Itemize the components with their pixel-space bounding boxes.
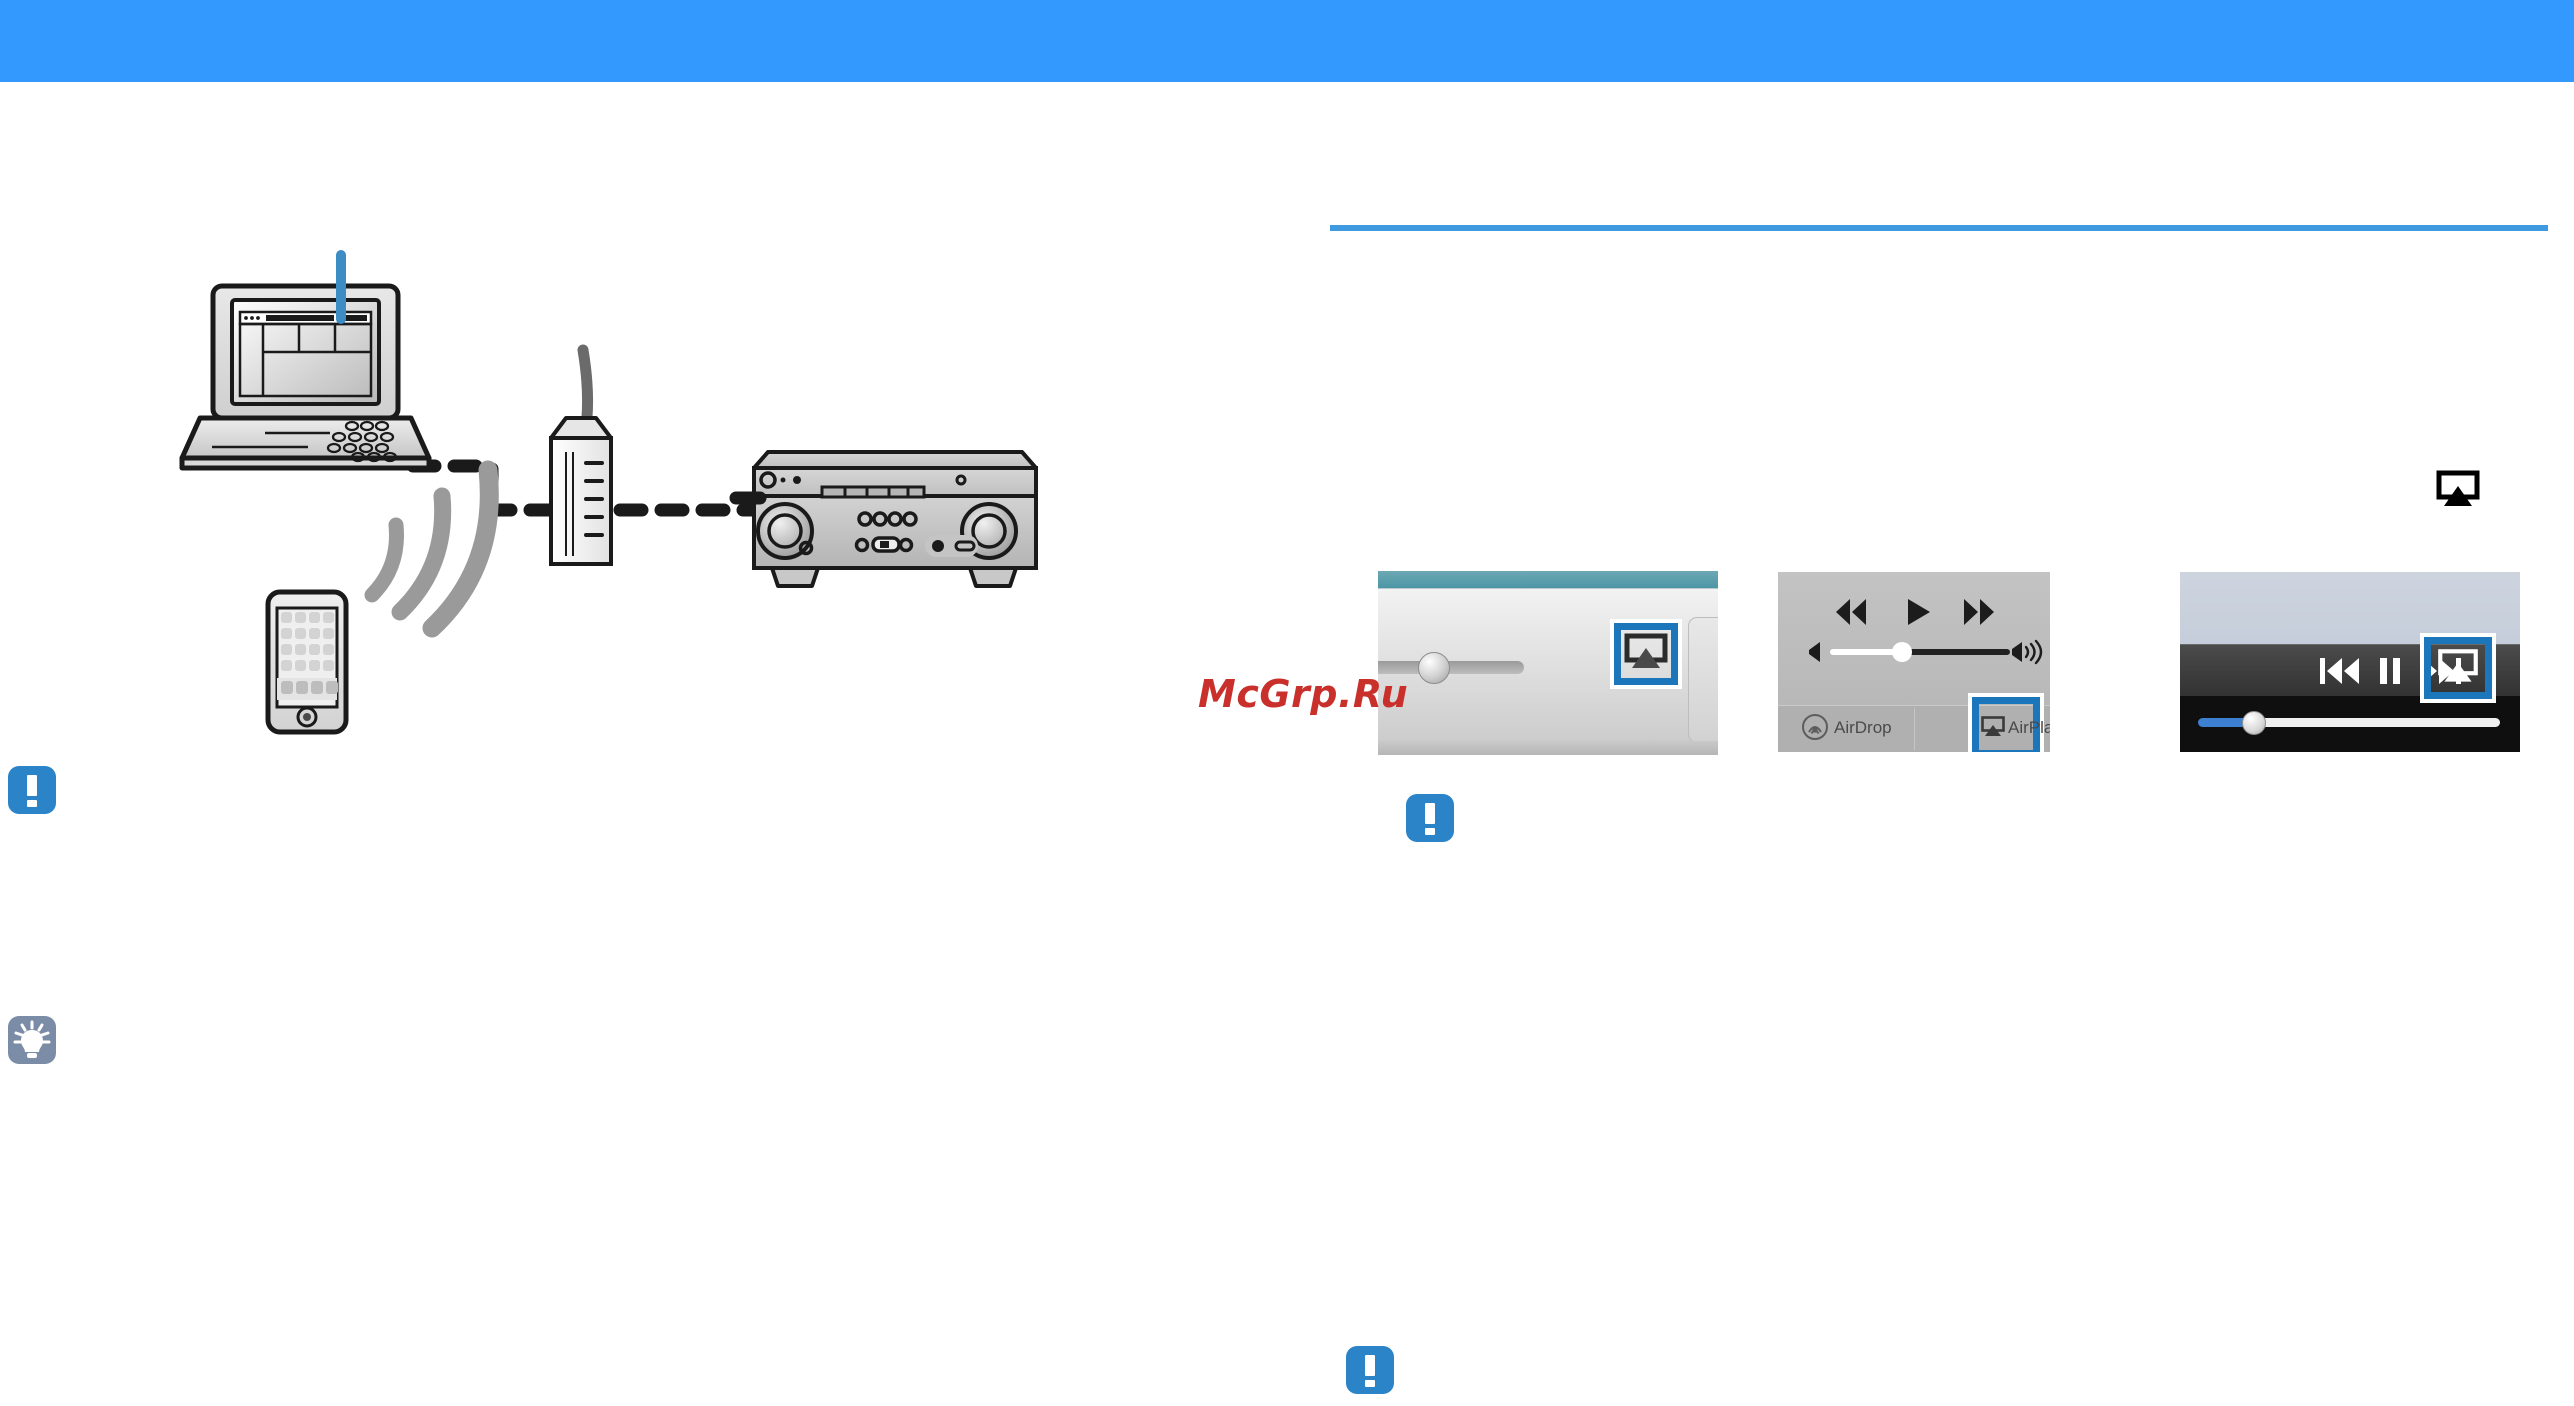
volume-low-icon xyxy=(1809,642,1820,662)
volume-high-icon xyxy=(2012,639,2043,665)
itunes-airplay-panel xyxy=(1378,571,1718,755)
itunes-airplay-highlight xyxy=(1610,619,1682,689)
control-center-volume-track-rest[interactable] xyxy=(1904,649,2010,655)
smartphone-icon xyxy=(265,589,349,735)
section-divider xyxy=(1330,225,2548,231)
av-receiver-icon xyxy=(729,450,1038,588)
ios-music-player-panel xyxy=(2180,572,2520,752)
album-art-area xyxy=(2180,572,2520,644)
itunes-titlebar xyxy=(1378,571,1718,588)
exclamation-icon xyxy=(1425,803,1435,824)
airplay-icon xyxy=(1624,633,1668,668)
airplay-icon xyxy=(1981,716,2005,736)
notice-icon-panels xyxy=(1406,794,1454,842)
airplay-icon-inline xyxy=(2436,470,2480,513)
airdrop-label[interactable]: AirDrop xyxy=(1834,718,1892,738)
player-seek-bar-area xyxy=(2180,696,2520,752)
itunes-side-panel xyxy=(1688,617,1718,743)
tip-icon-diagram xyxy=(8,1016,56,1064)
player-progress-knob[interactable] xyxy=(2242,711,2266,735)
rewind-icon xyxy=(1836,599,1866,625)
itunes-volume-knob[interactable] xyxy=(1418,652,1450,684)
ios-control-center-panel: AirDrop AirPlay xyxy=(1778,572,2050,752)
diagram-callout-line xyxy=(336,250,346,324)
notice-icon-bottom xyxy=(1346,1346,1394,1394)
lightbulb-icon xyxy=(13,1020,51,1058)
play-icon xyxy=(1908,599,1930,625)
wireless-router-icon xyxy=(549,344,613,566)
itunes-footer xyxy=(1378,741,1718,755)
pause-icon xyxy=(2380,658,2400,684)
fast-forward-icon xyxy=(1964,599,1994,625)
laptop-icon xyxy=(179,283,432,471)
exclamation-icon xyxy=(27,775,37,796)
control-center-transport xyxy=(1836,599,1994,625)
diagram-link-wireless xyxy=(364,460,499,638)
notice-icon-diagram xyxy=(8,766,56,814)
control-center-volume-knob[interactable] xyxy=(1892,642,1912,662)
previous-track-icon xyxy=(2320,658,2359,684)
airdrop-icon xyxy=(1802,714,1828,740)
airplay-network-diagram xyxy=(0,0,1100,800)
player-airplay-highlight xyxy=(2420,633,2496,703)
player-progress-rest[interactable] xyxy=(2250,718,2500,727)
exclamation-icon xyxy=(1365,1355,1375,1376)
site-watermark: McGrp.Ru xyxy=(1198,672,1409,716)
airplay-label[interactable]: AirPlay xyxy=(2008,718,2050,738)
airplay-icon xyxy=(2438,649,2478,682)
